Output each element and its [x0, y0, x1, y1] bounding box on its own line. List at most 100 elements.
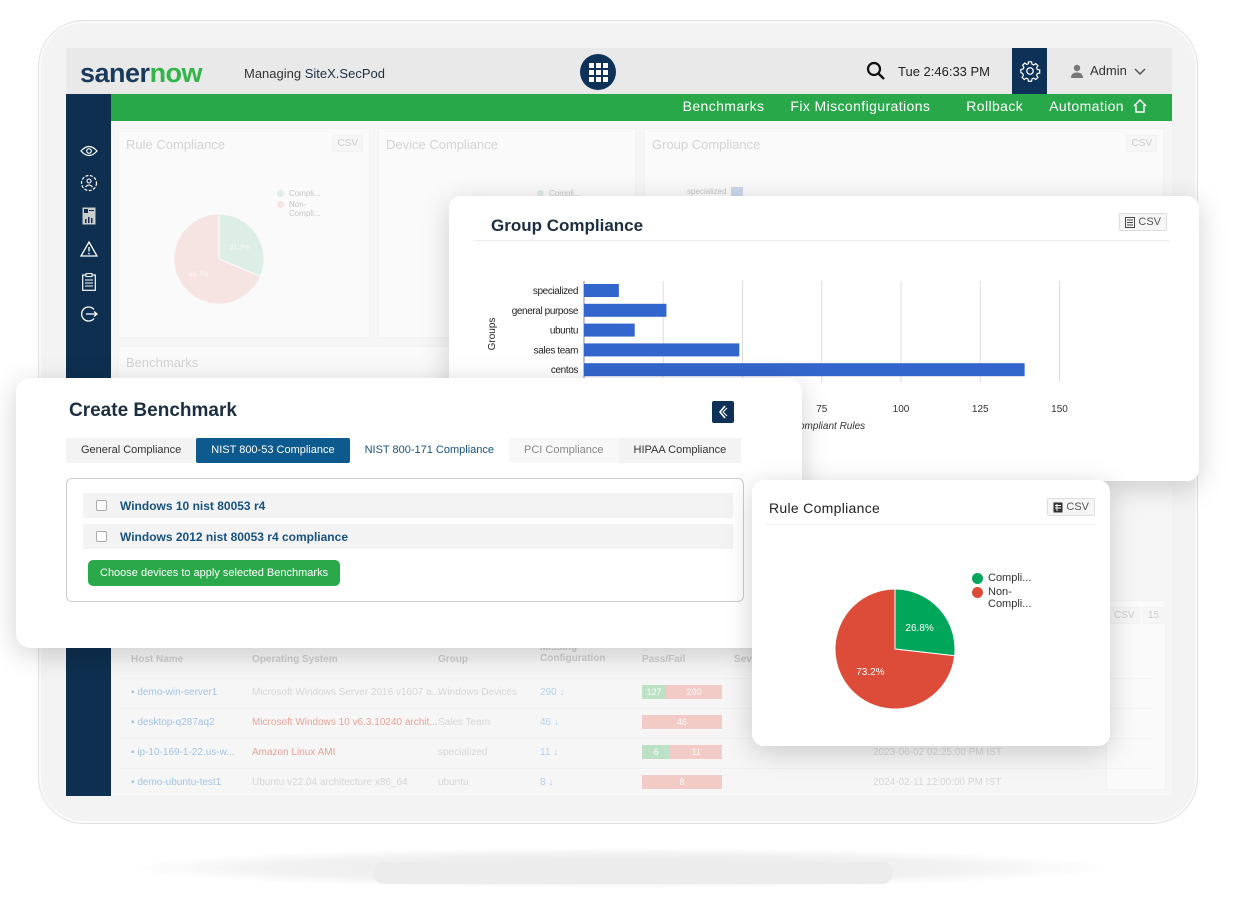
nav-benchmarks[interactable]: Benchmarks [683, 98, 765, 117]
search-icon[interactable] [866, 61, 886, 86]
benchmark-label: Windows 10 nist 80053 r4 [120, 498, 266, 513]
report-icon[interactable] [80, 207, 98, 225]
host-link[interactable]: ▪ demo-win-server1 [131, 687, 217, 698]
pass-segment: 127 [642, 685, 667, 699]
group-cell: Sales Team [438, 717, 491, 728]
group-cell: Windows Devices [438, 687, 517, 698]
bar-sales-team [584, 343, 740, 357]
benchmark-item[interactable]: Windows 2012 nist 80053 r4 compliance [83, 524, 733, 549]
missing-config-cell: 46 ↓ [540, 717, 559, 728]
tab-nist-800-171[interactable]: NIST 800-171 Compliance [349, 438, 510, 463]
table-row[interactable]: ▪ demo-ubuntu-test1 Ubuntu v22.04 archite… [118, 768, 1153, 796]
benchmark-checkbox[interactable] [96, 531, 107, 542]
host-link[interactable]: ▪ desktop-q287aq2 [131, 717, 215, 728]
logout-icon[interactable] [80, 305, 98, 323]
bg-rule-compliance-pie: 31.3% 68.7% [173, 213, 265, 305]
home-icon[interactable] [1132, 98, 1148, 117]
rule-compliance-pie-chart: 26.8% 73.2% [834, 588, 956, 710]
compliance-tabs: General Compliance NIST 800-53 Complianc… [66, 438, 742, 463]
fail-segment: 290 [666, 685, 722, 699]
x-axis-label: ompliant Rules [799, 421, 865, 432]
legend-swatch [972, 587, 983, 598]
apply-benchmarks-button[interactable]: Choose devices to apply selected Benchma… [88, 560, 341, 586]
main-nav-bar: Benchmarks Fix Misconfigurations Rollbac… [111, 94, 1172, 121]
user-menu[interactable]: Admin [1070, 63, 1147, 78]
pass-segment: 6 [642, 745, 671, 759]
pie-slice-label: 31.3% [230, 244, 250, 251]
clock: Tue 2:46:33 PM [898, 64, 991, 79]
pie-slice-label: 26.8% [905, 623, 933, 634]
pie-slice-label: 73.2% [856, 667, 884, 678]
eye-icon[interactable] [80, 142, 98, 160]
apps-grid-icon [588, 62, 608, 82]
y-tick-label: general purpose [512, 306, 579, 317]
user-icon [1071, 64, 1083, 78]
fail-segment: 11 [670, 745, 722, 759]
fail-segment: 46 [642, 715, 722, 729]
benchmark-list: Windows 10 nist 80053 r4 Windows 2012 ni… [66, 478, 744, 602]
csv-button[interactable]: CSV [1109, 607, 1140, 624]
legend-swatch [972, 573, 983, 584]
bg-pie-legend: Compli... Non- Compli... [277, 189, 321, 220]
csv-button[interactable]: CSV [1126, 135, 1157, 152]
rule-compliance-card: Rule Compliance CSV 26.8% 73.2% Compli...… [752, 480, 1110, 746]
nav-automation[interactable]: Automation [1049, 98, 1124, 117]
date-cell: 2024-02-11 12:00:00 PM IST [873, 777, 1002, 788]
managing-site: Managing SiteX.SecPod [244, 66, 385, 81]
y-tick-label: ubuntu [550, 326, 578, 337]
benchmark-label: Windows 2012 nist 80053 r4 compliance [120, 529, 348, 544]
group-cell: ubuntu [438, 777, 469, 788]
user-gear-icon[interactable] [80, 174, 98, 192]
x-tick-label: 100 [893, 404, 910, 415]
nav-rollback[interactable]: Rollback [966, 98, 1023, 117]
logo[interactable]: sanernow [80, 58, 203, 89]
y-axis-label: Groups [487, 318, 498, 351]
benchmark-item[interactable]: Windows 10 nist 80053 r4 [83, 493, 733, 518]
clipboard-icon[interactable] [80, 273, 98, 291]
main-nav: Benchmarks Fix Misconfigurations Rollbac… [657, 98, 1148, 117]
bar-centos [584, 363, 1025, 377]
host-link[interactable]: ▪ demo-ubuntu-test1 [131, 777, 221, 788]
missing-config-cell: 11 ↓ [540, 747, 559, 758]
missing-config-cell: 8 ↓ [540, 777, 554, 788]
bg-rule-compliance-panel: Rule Compliance CSV 31.3% 68.7% Compli...… [118, 128, 370, 338]
bar-general-purpose [584, 303, 667, 317]
nav-fix-misconfigurations[interactable]: Fix Misconfigurations [790, 98, 930, 117]
monitor-stand [373, 862, 893, 884]
tab-pci-compliance[interactable]: PCI Compliance [509, 438, 619, 463]
bar-specialized [584, 284, 619, 297]
missing-config-cell: 290 ↓ [540, 687, 565, 698]
collapse-button[interactable] [712, 401, 734, 423]
group-cell: specialized [438, 747, 488, 758]
legend-item-compliant[interactable]: Compli... [972, 572, 1031, 584]
tab-general-compliance[interactable]: General Compliance [66, 438, 197, 463]
pie-legend: Compli... Non- Compli... [972, 572, 1031, 612]
date-cell: 2023-06-02 02:25:00 PM IST [873, 747, 1002, 758]
create-benchmark-title: Create Benchmark [69, 400, 237, 421]
gear-icon [1019, 61, 1040, 82]
benchmark-checkbox[interactable] [96, 500, 107, 511]
top-bar: sanernow Managing SiteX.SecPod Tue 2:46:… [66, 48, 1172, 94]
apps-grid-button[interactable] [580, 54, 616, 90]
x-tick-label: 125 [972, 404, 989, 415]
legend-item-non-compliant[interactable]: Non- Compli... [972, 586, 1031, 610]
y-tick-label: centos [551, 365, 578, 376]
x-tick-label: 150 [1051, 404, 1068, 415]
bar-ubuntu [584, 323, 635, 337]
chevron-left-icon [718, 405, 728, 419]
site-name[interactable]: SiteX.SecPod [305, 66, 385, 81]
os-cell: Amazon Linux AMI [252, 747, 336, 758]
warning-icon[interactable] [80, 240, 98, 258]
host-link[interactable]: ▪ ip-10-169-1-22.us-w... [131, 747, 235, 758]
create-benchmark-card: Create Benchmark General Compliance NIST… [16, 378, 802, 648]
page-size-select[interactable]: 15 [1143, 607, 1165, 624]
x-tick-label: 75 [816, 404, 828, 415]
settings-button[interactable] [1012, 48, 1047, 94]
os-cell: Microsoft Windows 10 v6.3.10240 archit..… [252, 717, 438, 728]
y-tick-label: sales team [534, 345, 578, 356]
tab-nist-800-53[interactable]: NIST 800-53 Compliance [196, 438, 350, 463]
tab-hipaa-compliance[interactable]: HIPAA Compliance [618, 438, 742, 463]
pie-slice-label: 68.7% [188, 272, 208, 279]
y-tick-label: specialized [533, 286, 578, 297]
chevron-down-icon [1134, 67, 1146, 75]
